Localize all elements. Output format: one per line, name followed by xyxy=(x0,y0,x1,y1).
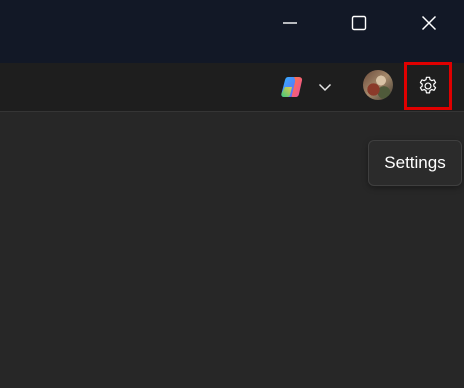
gear-icon xyxy=(419,76,437,94)
profile-avatar[interactable] xyxy=(363,70,393,100)
close-icon xyxy=(421,15,437,30)
toolbar xyxy=(0,63,464,112)
copilot-icon xyxy=(281,77,303,97)
maximize-icon xyxy=(351,15,367,30)
settings-tooltip: Settings xyxy=(368,140,462,186)
copilot-dropdown-button[interactable] xyxy=(315,78,335,96)
chevron-down-icon xyxy=(318,83,332,92)
close-button[interactable] xyxy=(394,0,464,45)
copilot-button[interactable] xyxy=(279,75,305,99)
settings-button[interactable] xyxy=(404,62,452,110)
title-bar xyxy=(0,0,464,63)
minimize-icon xyxy=(283,21,297,24)
maximize-button[interactable] xyxy=(324,0,394,45)
minimize-button[interactable] xyxy=(255,0,325,45)
